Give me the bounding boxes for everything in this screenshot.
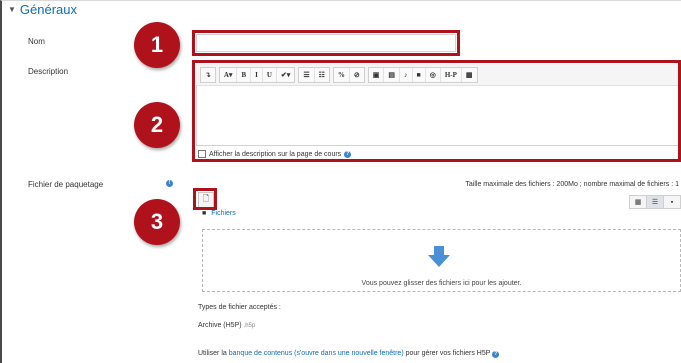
callout-badge-3: 3 [134,199,180,245]
accepted-type-ext: .h5p [243,323,256,329]
folder-icon: ■ [202,210,207,217]
view-mode-buttons: ▦ ☰ ▪ [629,195,681,209]
name-label: Nom [28,37,45,46]
accepted-types-label: Types de fichier acceptés : [198,304,281,311]
content-bank-link[interactable]: banque de contenus (s'ouvre dans une nou… [229,350,404,357]
section-title: Généraux [19,2,78,17]
list-view-icon[interactable]: ☰ [646,195,664,209]
callout-frame-3 [193,188,217,210]
tree-view-icon[interactable]: ▪ [663,195,681,209]
grid-view-icon[interactable]: ▦ [629,195,647,209]
dropzone-text: Vous pouvez glisser des fichiers ici pou… [361,280,522,287]
section-header[interactable]: ▼ Généraux [8,2,77,17]
callout-frame-1 [192,30,460,56]
accepted-type-name: Archive (H5P) [198,322,242,329]
max-size-info: Taille maximale des fichiers : 200Mo ; n… [465,181,679,188]
package-label: Fichier de paquetage [28,180,104,189]
help-icon[interactable]: ! [166,180,173,187]
callout-badge-2: 2 [134,102,180,148]
accepted-type-item: Archive (H5P) .h5p [198,322,255,329]
description-label: Description [28,67,69,76]
bank-suffix: pour gérer vos fichiers H5P [405,350,491,357]
download-arrow-icon [428,246,450,267]
callout-badge-1: 1 [134,22,180,68]
folder-link[interactable]: Fichiers [211,210,236,217]
callout-frame-2 [192,60,681,162]
collapse-caret-icon[interactable]: ▼ [8,5,16,14]
folder-path: ■ Fichiers [202,210,236,217]
content-bank-note: Utiliser la banque de contenus (s'ouvre … [198,350,500,358]
help-icon[interactable]: ? [492,351,500,358]
bank-prefix: Utiliser la [198,350,227,357]
